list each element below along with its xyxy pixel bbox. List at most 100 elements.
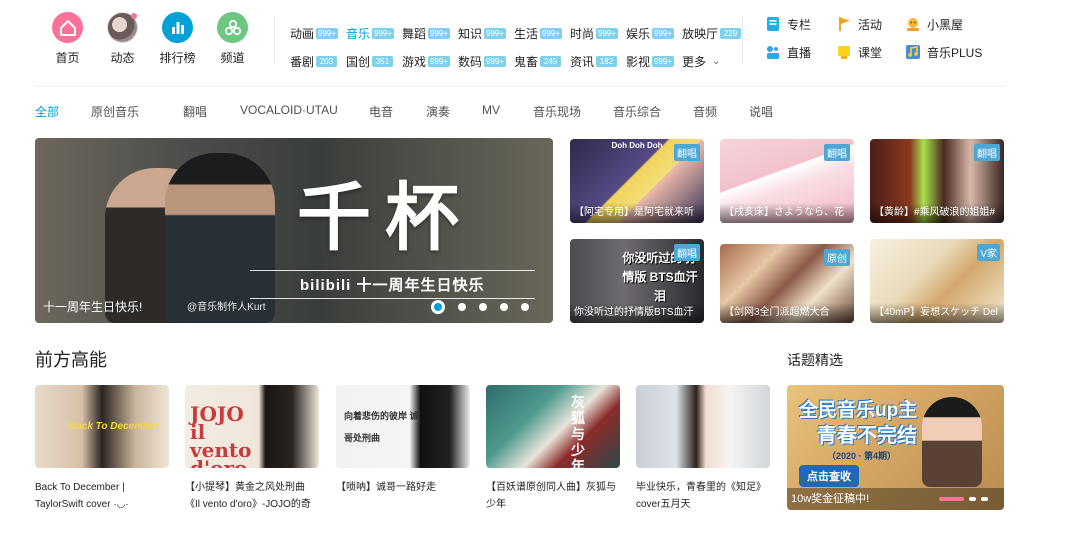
recommend-card[interactable]: 原创 【剑网3全门派超燃大合 — [720, 244, 854, 323]
video-card[interactable]: Back To December Back To December | Tayl… — [35, 385, 169, 513]
link-label: 小黑屋 — [927, 17, 964, 32]
link-blackroom[interactable]: 小黑屋 — [905, 14, 1015, 34]
hero-banner[interactable]: 千杯 bilibili 十一周年生日快乐 十一周年生日快乐! @音乐制作人Kur… — [35, 138, 553, 323]
video-thumbnail — [636, 385, 770, 468]
thumb-image-text: 向着悲伤的彼岸 诚哥处刑曲 — [344, 411, 419, 443]
link-classroom[interactable]: 课堂 — [836, 42, 905, 62]
section-title: 前方高能 — [35, 350, 107, 370]
category-guochuang[interactable]: 国创 351 — [346, 53, 399, 70]
count-badge: 203 — [316, 55, 338, 67]
link-activity[interactable]: 活动 — [836, 14, 905, 34]
video-thumbnail: 灰狐与少年 — [486, 385, 620, 468]
banner-pager — [418, 300, 529, 314]
thumb-caption: 【40mP】妄想スケッチ Del — [870, 303, 1004, 323]
pager-dot-active[interactable] — [431, 300, 445, 314]
pager-dot[interactable] — [458, 303, 466, 311]
topic-headline: 全民音乐up主 — [799, 400, 918, 421]
pager-dot[interactable] — [521, 303, 529, 311]
category-label: 生活 — [514, 26, 539, 41]
tab-general[interactable]: 音乐综合 — [613, 103, 693, 120]
video-card[interactable]: 毕业快乐，青春里的《知足》cover五月天 — [636, 385, 770, 513]
category-label: 放映厅 — [682, 26, 719, 41]
recommend-card[interactable]: V家 【40mP】妄想スケッチ Del — [870, 239, 1004, 323]
category-label: 知识 — [458, 26, 483, 41]
nav-home[interactable]: 首页 — [40, 12, 95, 66]
pager-dot[interactable] — [479, 303, 487, 311]
category-entertainment[interactable]: 娱乐 999+ — [626, 25, 679, 42]
pager-dot-active[interactable] — [939, 497, 964, 501]
link-music-plus[interactable]: 音乐PLUS — [905, 42, 1015, 62]
tab-cover[interactable]: 翻唱 — [183, 103, 240, 120]
nav-dynamic[interactable]: 动态 — [95, 12, 150, 66]
category-music[interactable]: 音乐 999+ — [346, 25, 399, 42]
link-label: 课堂 — [858, 45, 883, 60]
tab-rap[interactable]: 说唱 — [749, 103, 773, 120]
banner-rule — [250, 270, 535, 271]
count-badge: 999+ — [428, 55, 451, 67]
link-article[interactable]: 专栏 — [765, 14, 836, 34]
count-badge: 999+ — [372, 27, 395, 39]
nav-ranking[interactable]: 排行榜 — [150, 12, 205, 66]
banner-subtitle: bilibili 十一周年生日快乐 — [300, 277, 485, 294]
tab-electronic[interactable]: 电音 — [369, 103, 426, 120]
category-bangumi[interactable]: 番剧 203 — [290, 53, 343, 70]
video-card[interactable]: 灰狐与少年 【百妖谱原创同人曲】灰狐与少年 — [486, 385, 620, 513]
category-label: 更多 — [682, 54, 707, 69]
recommend-card[interactable]: 翻唱 【黄龄】#乘风破浪的姐姐# — [870, 139, 1004, 223]
category-anime[interactable]: 动画 999+ — [290, 25, 343, 42]
category-label: 番剧 — [290, 54, 315, 69]
home-icon — [52, 12, 83, 43]
video-card[interactable]: JOJO il vento d'oro 【小提琴】黄金之风处刑曲《Il vent… — [185, 385, 319, 513]
tab-perform[interactable]: 演奏 — [426, 103, 482, 120]
link-live[interactable]: 直播 — [765, 42, 836, 62]
category-label: 国创 — [346, 54, 371, 69]
tab-all[interactable]: 全部 — [35, 103, 91, 120]
thumb-image-text: Back To December — [69, 421, 159, 432]
category-label: 资讯 — [570, 54, 595, 69]
thumb-caption: 【黄龄】#乘风破浪的姐姐# — [870, 203, 1004, 223]
tab-vocaloid[interactable]: VOCALOID·UTAU — [240, 103, 369, 120]
thumb-caption: 你没听过的抒情版BTS血汗 — [570, 303, 704, 323]
nav-channel[interactable]: 频道 — [205, 12, 260, 66]
category-fashion[interactable]: 时尚 999+ — [570, 25, 623, 42]
tab-live[interactable]: 音乐现场 — [533, 103, 613, 120]
category-dance[interactable]: 舞蹈 999+ — [402, 25, 455, 42]
tab-mv[interactable]: MV — [482, 103, 533, 120]
recommend-card[interactable]: 你没听过的 抒情版 BTS血汗泪 翻唱 你没听过的抒情版BTS血汗 — [570, 239, 704, 323]
category-game[interactable]: 游戏 999+ — [402, 53, 455, 70]
category-more[interactable]: 更多 ⌄ — [682, 53, 720, 70]
topic-card[interactable]: 全民音乐up主 青春不完结 （2020 · 第4期） 点击查收 10w奖金征稿中… — [787, 385, 1004, 510]
category-news[interactable]: 资讯 182 — [570, 53, 623, 70]
tab-original[interactable]: 原创音乐 — [91, 103, 183, 120]
topic-cta-button[interactable]: 点击查收 — [799, 465, 859, 487]
category-film[interactable]: 影视 999+ — [626, 53, 679, 70]
section-title: 话题精选 — [787, 352, 843, 368]
category-knowledge[interactable]: 知识 999+ — [458, 25, 511, 42]
music-plus-icon — [905, 44, 921, 60]
pager-dot[interactable] — [500, 303, 508, 311]
thumb-image-text: JOJO il vento d'oro — [190, 402, 252, 468]
category-digital[interactable]: 数码 999+ — [458, 53, 511, 70]
category-label: 游戏 — [402, 54, 427, 69]
category-life[interactable]: 生活 999+ — [514, 25, 567, 42]
type-badge: 翻唱 — [674, 144, 700, 161]
recommend-card[interactable]: 翻唱 【戌亥床】さようなら、花 — [720, 139, 854, 223]
pager-dot[interactable] — [981, 497, 988, 501]
video-title: 【百妖谱原创同人曲】灰狐与少年 — [486, 482, 616, 510]
category-cinema[interactable]: 放映厅 229 — [682, 25, 742, 42]
category-label: 娱乐 — [626, 26, 651, 41]
category-row: 动画 999+ 音乐 999+ 舞蹈 999+ 知识 999+ 生活 999+ 时尚 999… — [290, 19, 744, 47]
category-kichiku[interactable]: 鬼畜 245 — [514, 53, 567, 70]
video-card[interactable]: 向着悲伤的彼岸 诚哥处刑曲 【唢呐】诚哥一路好走 — [336, 385, 470, 513]
link-label: 活动 — [858, 17, 883, 32]
count-badge: 999+ — [316, 27, 339, 39]
recommend-card[interactable]: Doh Doh Doh 翻唱 【阿宅专用】是阿宅就来听 — [570, 139, 704, 223]
count-badge: 999+ — [652, 55, 675, 67]
pager-dot[interactable] — [969, 497, 976, 501]
category-label: 影视 — [626, 54, 651, 69]
nav-channel-label: 频道 — [220, 51, 245, 65]
type-badge: 翻唱 — [974, 144, 1000, 161]
tab-audio[interactable]: 音频 — [693, 103, 749, 120]
topic-pager — [934, 497, 988, 501]
extra-links: 专栏 活动 小黑屋 直播 课堂 音乐PLUS — [765, 14, 1015, 62]
